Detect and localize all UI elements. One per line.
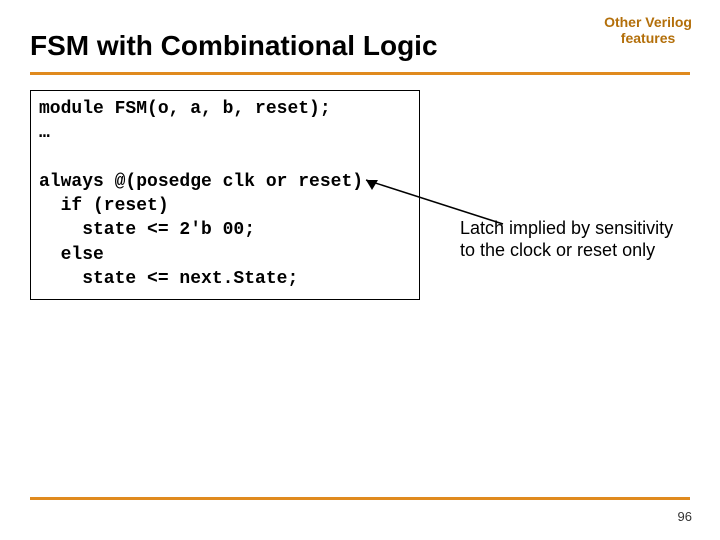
footer-divider bbox=[30, 497, 690, 500]
code-line: state <= 2'b 00; bbox=[39, 220, 255, 240]
section-label-line1: Other Verilog bbox=[604, 14, 692, 30]
section-label-line2: features bbox=[604, 30, 692, 46]
code-line: else bbox=[39, 245, 104, 265]
header-divider bbox=[30, 72, 690, 75]
code-block: module FSM(o, a, b, reset); … always @(p… bbox=[30, 90, 420, 300]
code-line: state <= next.State; bbox=[39, 269, 298, 289]
section-label: Other Verilog features bbox=[604, 14, 692, 46]
code-line: always @(posedge clk or reset) bbox=[39, 172, 363, 192]
code-line: if (reset) bbox=[39, 196, 169, 216]
page-number: 96 bbox=[678, 509, 692, 524]
code-line: module FSM(o, a, b, reset); bbox=[39, 99, 331, 119]
annotation-text: Latch implied by sensitivity to the cloc… bbox=[460, 218, 690, 261]
page-title: FSM with Combinational Logic bbox=[30, 30, 438, 62]
code-line: … bbox=[39, 123, 50, 143]
